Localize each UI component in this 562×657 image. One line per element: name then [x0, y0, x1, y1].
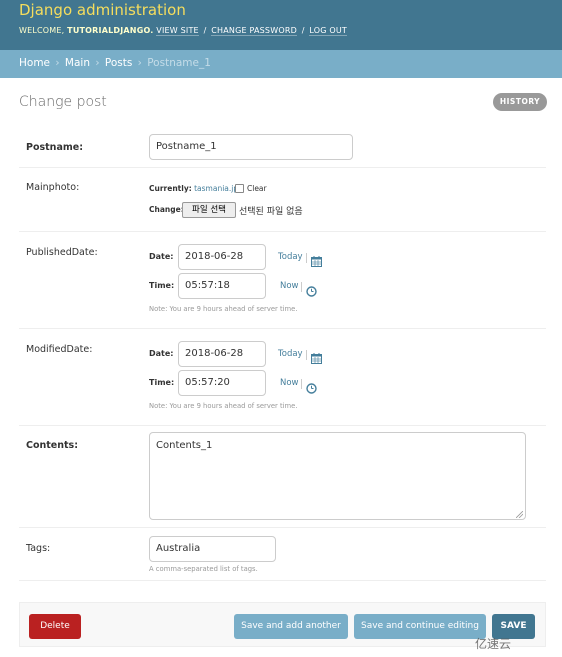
row-divider [19, 328, 546, 329]
contents-label: Contents: [26, 440, 79, 451]
published-now-link[interactable]: Now [280, 281, 299, 291]
shortcut-separator [301, 282, 302, 292]
modified-today-link[interactable]: Today [278, 349, 303, 359]
breadcrumb: Home › Main › Posts › Postname_1 [0, 50, 562, 78]
delete-button[interactable]: Delete [29, 614, 81, 639]
modifieddate-label: ModifiedDate: [26, 344, 93, 355]
user-tools: WELCOME, TUTORIALDJANGO. VIEW SITE / CHA… [19, 26, 348, 36]
username: TUTORIALDJANGO. [67, 26, 154, 35]
modified-now-link[interactable]: Now [280, 378, 299, 388]
breadcrumb-home[interactable]: Home [19, 57, 50, 69]
postname-input[interactable]: Postname_1 [149, 134, 353, 160]
resize-handle-icon[interactable] [515, 510, 524, 519]
mainphoto-label: Mainphoto: [26, 182, 80, 193]
calendar-icon[interactable] [311, 349, 322, 368]
change-password-link[interactable]: CHANGE PASSWORD [211, 26, 297, 36]
modified-time-input[interactable]: 05:57:20 [178, 370, 266, 396]
shortcut-separator [301, 379, 302, 389]
time-label: Time: [149, 378, 175, 387]
separator: / [203, 26, 207, 35]
row-divider [19, 167, 546, 168]
published-date-input[interactable]: 2018-06-28 [178, 244, 266, 270]
separator: / [301, 26, 305, 35]
breadcrumb-separator: › [95, 57, 100, 69]
breadcrumb-main[interactable]: Main [65, 57, 90, 69]
watermark-logo: 亿速云 [475, 637, 512, 651]
contents-textarea[interactable]: Contents_1 [149, 432, 526, 520]
view-site-link[interactable]: VIEW SITE [156, 26, 199, 36]
breadcrumb-posts[interactable]: Posts [105, 57, 132, 69]
page-title: Change post [19, 94, 107, 110]
save-and-add-another-button[interactable]: Save and add another [234, 614, 348, 639]
published-today-link[interactable]: Today [278, 252, 303, 262]
choose-file-button[interactable]: 파일 선택 [182, 202, 236, 218]
shortcut-separator [306, 350, 307, 360]
tags-help: A comma-separated list of tags. [149, 565, 258, 573]
date-label: Date: [149, 349, 174, 358]
no-file-text: 선택된 파일 없음 [239, 207, 303, 217]
modified-date-input[interactable]: 2018-06-28 [178, 341, 266, 367]
postname-label: Postname: [26, 142, 83, 153]
row-divider [19, 231, 546, 232]
history-button[interactable]: HISTORY [493, 93, 547, 111]
contents-value: Contents_1 [156, 440, 213, 451]
currently-label: Currently: [149, 184, 192, 193]
clock-icon[interactable] [306, 379, 317, 398]
site-branding[interactable]: Django administration [19, 1, 186, 19]
time-label: Time: [149, 281, 175, 290]
site-header: Django administration WELCOME, TUTORIALD… [0, 0, 562, 50]
breadcrumb-separator: › [137, 57, 142, 69]
row-divider [19, 580, 546, 581]
row-divider [19, 527, 546, 528]
log-out-link[interactable]: LOG OUT [309, 26, 348, 36]
shortcut-separator [306, 253, 307, 263]
row-divider [19, 425, 546, 426]
breadcrumb-separator: › [55, 57, 60, 69]
clock-icon[interactable] [306, 282, 317, 301]
tags-input[interactable]: Australia [149, 536, 276, 562]
date-label: Date: [149, 252, 174, 261]
welcome-text: WELCOME, [19, 26, 65, 35]
currently-text: Currently: tasmania.jpg [149, 184, 243, 193]
clear-label: Clear [247, 184, 267, 193]
calendar-icon[interactable] [311, 252, 322, 271]
published-time-input[interactable]: 05:57:18 [178, 273, 266, 299]
change-label: Change: [149, 205, 184, 214]
timezone-note: Note: You are 9 hours ahead of server ti… [149, 402, 298, 410]
breadcrumb-current: Postname_1 [147, 57, 211, 69]
timezone-note: Note: You are 9 hours ahead of server ti… [149, 305, 298, 313]
clear-checkbox[interactable] [235, 184, 244, 193]
save-and-continue-button[interactable]: Save and continue editing [354, 614, 486, 639]
tags-label: Tags: [26, 543, 51, 554]
publisheddate-label: PublishedDate: [26, 247, 98, 258]
